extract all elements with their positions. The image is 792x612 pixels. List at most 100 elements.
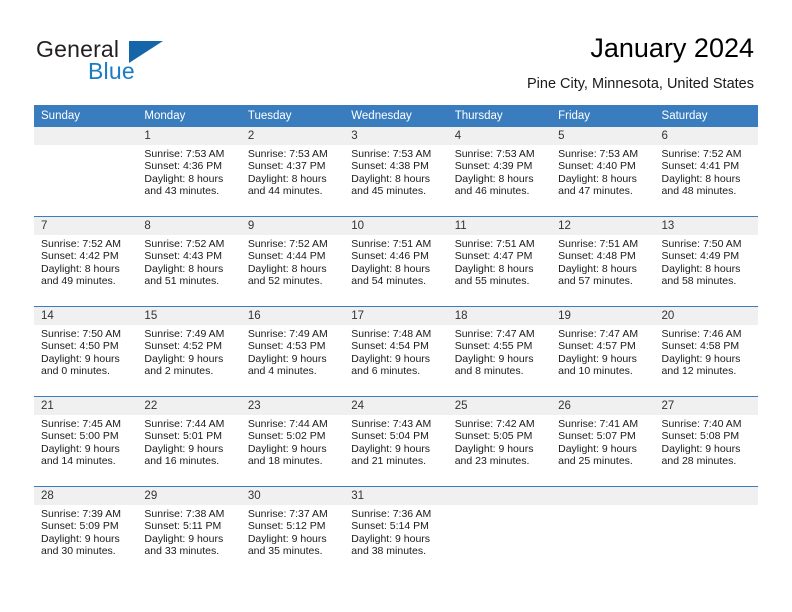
sunrise-text: Sunrise: 7:49 AM: [247, 328, 328, 340]
daylight-text-line1: Daylight: 9 hours: [144, 532, 224, 545]
calendar-day-cell[interactable]: 23 Sunrise: 7:44 AM Sunset: 5:02 PM Dayl…: [240, 396, 345, 487]
calendar-day-cell[interactable]: 6 Sunrise: 7:52 AM Sunset: 4:41 PM Dayli…: [654, 127, 758, 217]
daylight-text-line1: Daylight: 9 hours: [558, 442, 637, 455]
calendar-day-cell[interactable]: 17 Sunrise: 7:48 AM Sunset: 4:54 PM Dayl…: [344, 306, 448, 397]
day-number: 13: [654, 217, 758, 235]
sunset-text: Sunset: 5:02 PM: [247, 430, 326, 443]
day-details: Sunrise: 7:46 AM Sunset: 4:58 PM Dayligh…: [655, 325, 758, 378]
daylight-text-line1: Daylight: 9 hours: [247, 532, 327, 545]
sunrise-text: Sunrise: 7:51 AM: [454, 238, 535, 250]
calendar-day-cell[interactable]: 22 Sunrise: 7:44 AM Sunset: 5:01 PM Dayl…: [137, 396, 241, 487]
calendar-day-cell[interactable]: 10 Sunrise: 7:51 AM Sunset: 4:46 PM Dayl…: [344, 216, 448, 307]
calendar-day-cell[interactable]: 29 Sunrise: 7:38 AM Sunset: 5:11 PM Dayl…: [137, 486, 241, 576]
daylight-text-line2: and 10 minutes.: [558, 365, 633, 378]
daylight-text-line2: and 14 minutes.: [41, 455, 116, 468]
day-details: Sunrise: 7:41 AM Sunset: 5:07 PM Dayligh…: [551, 415, 654, 468]
daylight-text-line1: Daylight: 8 hours: [247, 172, 327, 185]
calendar-day-cell[interactable]: 7 Sunrise: 7:52 AM Sunset: 4:42 PM Dayli…: [34, 216, 138, 307]
sunset-text: Sunset: 4:43 PM: [144, 250, 223, 263]
day-details: [551, 505, 654, 508]
day-details: Sunrise: 7:53 AM Sunset: 4:39 PM Dayligh…: [448, 145, 551, 198]
general-blue-logo[interactable]: General Blue: [36, 36, 236, 88]
day-details: Sunrise: 7:47 AM Sunset: 4:55 PM Dayligh…: [448, 325, 551, 378]
calendar-day-cell[interactable]: 1 Sunrise: 7:53 AM Sunset: 4:36 PM Dayli…: [137, 127, 241, 217]
calendar-day-cell[interactable]: 13 Sunrise: 7:50 AM Sunset: 4:49 PM Dayl…: [654, 216, 758, 307]
sunset-text: Sunset: 4:58 PM: [661, 340, 740, 353]
calendar-day-cell[interactable]: 18 Sunrise: 7:47 AM Sunset: 4:55 PM Dayl…: [447, 306, 552, 397]
calendar-day-cell[interactable]: [34, 127, 138, 217]
calendar-day-cell[interactable]: [551, 486, 655, 576]
sunset-text: Sunset: 4:39 PM: [454, 160, 533, 173]
calendar-day-cell[interactable]: 30 Sunrise: 7:37 AM Sunset: 5:12 PM Dayl…: [240, 486, 345, 576]
calendar-day-cell[interactable]: 2 Sunrise: 7:53 AM Sunset: 4:37 PM Dayli…: [240, 127, 345, 217]
sunrise-text: Sunrise: 7:48 AM: [351, 328, 432, 340]
day-details: Sunrise: 7:49 AM Sunset: 4:53 PM Dayligh…: [241, 325, 344, 378]
calendar-day-cell[interactable]: 14 Sunrise: 7:50 AM Sunset: 4:50 PM Dayl…: [34, 306, 138, 397]
calendar-week-row: 21 Sunrise: 7:45 AM Sunset: 5:00 PM Dayl…: [34, 396, 758, 487]
sunrise-text: Sunrise: 7:36 AM: [351, 508, 432, 520]
calendar-day-cell[interactable]: 21 Sunrise: 7:45 AM Sunset: 5:00 PM Dayl…: [34, 396, 138, 487]
sunset-text: Sunset: 4:55 PM: [454, 340, 533, 353]
day-number: [551, 487, 655, 505]
daylight-text-line1: Daylight: 8 hours: [351, 172, 431, 185]
daylight-text-line2: and 46 minutes.: [454, 185, 530, 198]
calendar-day-cell[interactable]: 26 Sunrise: 7:41 AM Sunset: 5:07 PM Dayl…: [551, 396, 655, 487]
sunset-text: Sunset: 4:36 PM: [144, 160, 223, 173]
daylight-text-line2: and 25 minutes.: [558, 455, 633, 468]
daylight-text-line1: Daylight: 9 hours: [661, 442, 741, 455]
daylight-text-line1: Daylight: 8 hours: [454, 172, 534, 185]
daylight-text-line1: Daylight: 8 hours: [144, 262, 224, 275]
day-details: Sunrise: 7:36 AM Sunset: 5:14 PM Dayligh…: [344, 505, 447, 558]
day-details: Sunrise: 7:40 AM Sunset: 5:08 PM Dayligh…: [655, 415, 758, 468]
calendar-day-cell[interactable]: 27 Sunrise: 7:40 AM Sunset: 5:08 PM Dayl…: [654, 396, 758, 487]
sunset-text: Sunset: 5:14 PM: [351, 520, 429, 533]
day-number: 25: [447, 397, 552, 415]
calendar-day-cell[interactable]: 9 Sunrise: 7:52 AM Sunset: 4:44 PM Dayli…: [240, 216, 345, 307]
weekday-header-monday: Monday: [137, 105, 241, 127]
sunrise-text: Sunrise: 7:40 AM: [661, 418, 742, 430]
day-number: 2: [240, 127, 345, 145]
daylight-text-line2: and 51 minutes.: [144, 275, 220, 288]
calendar-day-cell[interactable]: 28 Sunrise: 7:39 AM Sunset: 5:09 PM Dayl…: [34, 486, 138, 576]
calendar-day-cell[interactable]: 5 Sunrise: 7:53 AM Sunset: 4:40 PM Dayli…: [551, 127, 655, 217]
day-number: 31: [344, 487, 448, 505]
calendar-day-cell[interactable]: 3 Sunrise: 7:53 AM Sunset: 4:38 PM Dayli…: [344, 127, 448, 217]
calendar-day-cell[interactable]: 8 Sunrise: 7:52 AM Sunset: 4:43 PM Dayli…: [137, 216, 241, 307]
daylight-text-line2: and 38 minutes.: [351, 545, 426, 558]
calendar-day-cell[interactable]: 31 Sunrise: 7:36 AM Sunset: 5:14 PM Dayl…: [344, 486, 448, 576]
day-details: Sunrise: 7:44 AM Sunset: 5:01 PM Dayligh…: [137, 415, 240, 468]
calendar-day-cell[interactable]: [447, 486, 552, 576]
calendar-week-row: 1 Sunrise: 7:53 AM Sunset: 4:36 PM Dayli…: [34, 127, 758, 217]
day-details: Sunrise: 7:48 AM Sunset: 4:54 PM Dayligh…: [344, 325, 447, 378]
daylight-text-line1: Daylight: 8 hours: [661, 172, 741, 185]
calendar-day-cell[interactable]: 4 Sunrise: 7:53 AM Sunset: 4:39 PM Dayli…: [447, 127, 552, 217]
calendar-day-cell[interactable]: 19 Sunrise: 7:47 AM Sunset: 4:57 PM Dayl…: [551, 306, 655, 397]
sunset-text: Sunset: 4:44 PM: [247, 250, 326, 263]
sunrise-text: Sunrise: 7:44 AM: [144, 418, 225, 430]
daylight-text-line1: Daylight: 8 hours: [558, 172, 637, 185]
daylight-text-line1: Daylight: 9 hours: [351, 352, 431, 365]
sunrise-text: Sunrise: 7:38 AM: [144, 508, 225, 520]
calendar-day-cell[interactable]: 16 Sunrise: 7:49 AM Sunset: 4:53 PM Dayl…: [240, 306, 345, 397]
calendar-day-cell[interactable]: 11 Sunrise: 7:51 AM Sunset: 4:47 PM Dayl…: [447, 216, 552, 307]
calendar-week-row: 14 Sunrise: 7:50 AM Sunset: 4:50 PM Dayl…: [34, 306, 758, 397]
sunset-text: Sunset: 4:38 PM: [351, 160, 429, 173]
sunset-text: Sunset: 4:49 PM: [661, 250, 740, 263]
day-details: Sunrise: 7:53 AM Sunset: 4:37 PM Dayligh…: [241, 145, 344, 198]
sunset-text: Sunset: 4:52 PM: [144, 340, 223, 353]
calendar-day-cell[interactable]: 20 Sunrise: 7:46 AM Sunset: 4:58 PM Dayl…: [654, 306, 758, 397]
daylight-text-line1: Daylight: 9 hours: [41, 532, 120, 545]
calendar-day-cell[interactable]: 24 Sunrise: 7:43 AM Sunset: 5:04 PM Dayl…: [344, 396, 448, 487]
calendar-day-cell[interactable]: 12 Sunrise: 7:51 AM Sunset: 4:48 PM Dayl…: [551, 216, 655, 307]
sunset-text: Sunset: 5:05 PM: [454, 430, 533, 443]
calendar-day-cell[interactable]: 25 Sunrise: 7:42 AM Sunset: 5:05 PM Dayl…: [447, 396, 552, 487]
calendar-day-cell[interactable]: 15 Sunrise: 7:49 AM Sunset: 4:52 PM Dayl…: [137, 306, 241, 397]
sunrise-text: Sunrise: 7:50 AM: [661, 238, 742, 250]
sunrise-text: Sunrise: 7:51 AM: [351, 238, 432, 250]
calendar-day-cell[interactable]: [654, 486, 758, 576]
day-details: [34, 145, 137, 148]
sunset-text: Sunset: 5:11 PM: [144, 520, 222, 533]
day-number: 27: [654, 397, 758, 415]
sunset-text: Sunset: 4:41 PM: [661, 160, 740, 173]
day-number: 19: [551, 307, 655, 325]
